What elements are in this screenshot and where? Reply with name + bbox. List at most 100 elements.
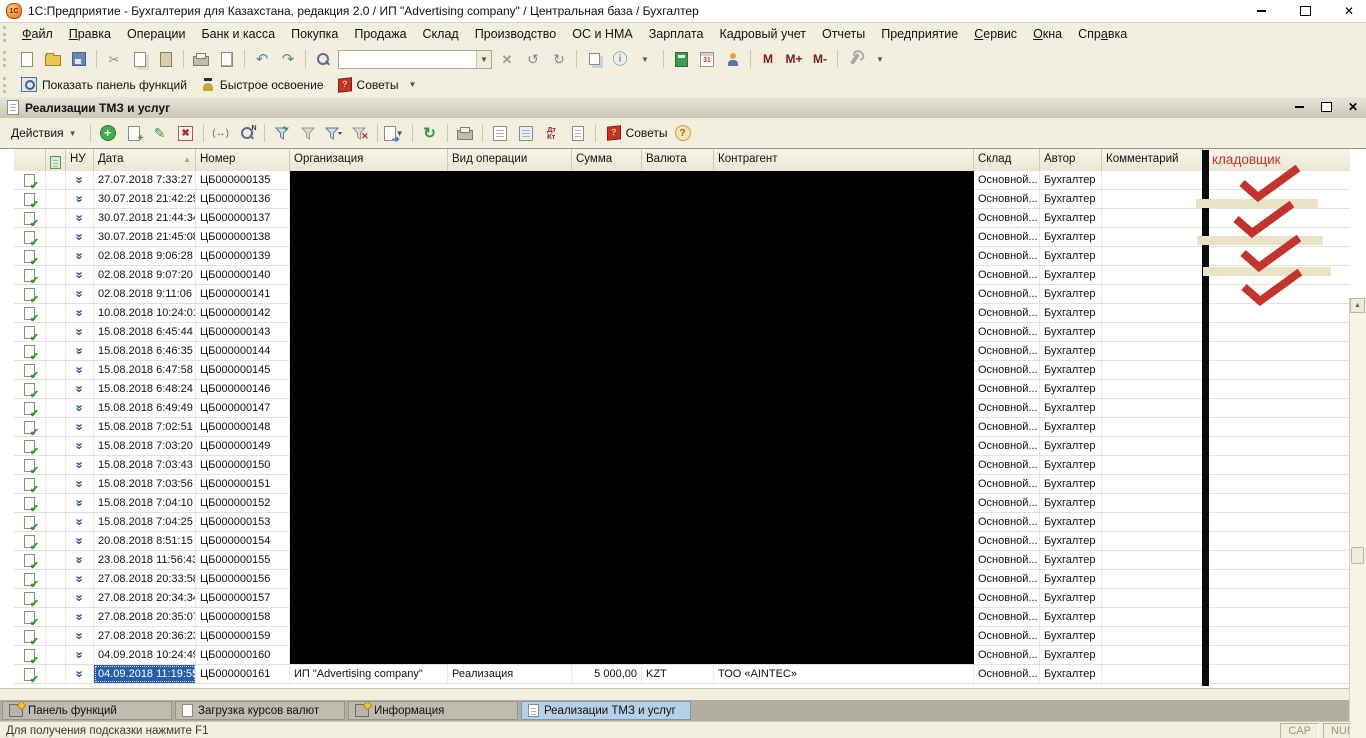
menu-item-fixed-assets[interactable]: ОС и НМА	[564, 24, 640, 44]
cell-number[interactable]: ЦБ000000144	[196, 342, 290, 360]
user-icon[interactable]	[721, 48, 745, 70]
calendar-icon[interactable]: 31	[695, 48, 719, 70]
search-combobox[interactable]: ▼	[338, 50, 492, 69]
print-preview-icon[interactable]	[215, 48, 239, 70]
add-copy-icon[interactable]: +	[122, 122, 146, 144]
find-next-icon[interactable]: ↻	[547, 48, 571, 70]
windows-icon[interactable]	[582, 48, 606, 70]
info-icon[interactable]: ⓘ	[608, 48, 632, 70]
cell-number[interactable]: ЦБ000000158	[196, 608, 290, 626]
tips-button[interactable]: Советы	[600, 124, 675, 142]
cell-date[interactable]: 02.08.2018 9:07:20	[94, 266, 196, 284]
find-icon[interactable]	[311, 48, 335, 70]
header-col-store[interactable]: Склад	[974, 149, 1040, 171]
cell-date[interactable]: 15.08.2018 6:47:58	[94, 361, 196, 379]
filter-settings-icon[interactable]	[270, 122, 294, 144]
menu-item-warehouse[interactable]: Склад	[415, 24, 467, 44]
header-col-org[interactable]: Организация	[290, 149, 448, 171]
help-icon[interactable]: ?	[675, 125, 691, 141]
tips-button[interactable]: Советы	[331, 76, 406, 94]
tab-sales-tmz[interactable]: Реализации ТМЗ и услуг	[521, 701, 691, 720]
undo-icon[interactable]: ↶	[250, 48, 274, 70]
refresh-icon[interactable]: ↻	[418, 122, 442, 144]
save-icon[interactable]	[67, 48, 91, 70]
find-prev-icon[interactable]: ↺	[521, 48, 545, 70]
cell-number[interactable]: ЦБ000000157	[196, 589, 290, 607]
cell-number[interactable]: ЦБ000000141	[196, 285, 290, 303]
cell-number[interactable]: ЦБ000000136	[196, 190, 290, 208]
cell-date[interactable]: 04.09.2018 10:24:49	[94, 646, 196, 664]
filter-menu-icon[interactable]	[322, 122, 346, 144]
cell-date[interactable]: 15.08.2018 7:02:51	[94, 418, 196, 436]
cell-date[interactable]: 27.07.2018 7:33:27	[94, 171, 196, 189]
cell-number[interactable]: ЦБ000000147	[196, 399, 290, 417]
tab-function-panel[interactable]: Панель функций	[2, 701, 172, 720]
find-number-icon[interactable]: N	[235, 122, 259, 144]
scroll-up-button[interactable]: ▲	[1350, 298, 1365, 313]
cell-number[interactable]: ЦБ000000142	[196, 304, 290, 322]
menu-item-hr[interactable]: Кадровый учет	[711, 24, 814, 44]
new-icon[interactable]	[15, 48, 39, 70]
quick-learning-button[interactable]: Быстрое освоение	[194, 76, 331, 94]
toolbar-grip[interactable]	[3, 26, 9, 42]
header-col-partner[interactable]: Контрагент	[714, 149, 974, 171]
menu-item-bank-cash[interactable]: Банк и касса	[193, 24, 283, 44]
cell-date[interactable]: 20.08.2018 8:51:15	[94, 532, 196, 550]
menu-item-reports[interactable]: Отчеты	[814, 24, 873, 44]
output-list-icon[interactable]	[514, 122, 538, 144]
cell-number[interactable]: ЦБ000000154	[196, 532, 290, 550]
mdi-minimize-button[interactable]	[1290, 100, 1308, 114]
cell-date[interactable]: 15.08.2018 7:03:43	[94, 456, 196, 474]
vertical-scrollbar[interactable]: ▲ ▼	[1349, 298, 1366, 738]
cell-date[interactable]: 15.08.2018 7:03:20	[94, 437, 196, 455]
menu-item-sale[interactable]: Продажа	[346, 24, 414, 44]
cell-date[interactable]: 30.07.2018 21:42:29	[94, 190, 196, 208]
memory-button-M-[interactable]: M-	[808, 48, 832, 70]
cell-number[interactable]: ЦБ000000160	[196, 646, 290, 664]
header-col-date[interactable]: Дата▲	[94, 149, 196, 171]
cell-number[interactable]: ЦБ000000151	[196, 475, 290, 493]
filter-icon[interactable]	[296, 122, 320, 144]
menu-item-enterprise[interactable]: Предприятие	[873, 24, 966, 44]
actions-menu-button[interactable]: Действия ▼	[4, 124, 86, 142]
cell-date[interactable]: 15.08.2018 7:03:56	[94, 475, 196, 493]
paste-icon[interactable]	[154, 48, 178, 70]
header-col-icon[interactable]	[14, 149, 46, 171]
cell-number[interactable]: ЦБ000000156	[196, 570, 290, 588]
cell-number[interactable]: ЦБ000000155	[196, 551, 290, 569]
cell-number[interactable]: ЦБ000000140	[196, 266, 290, 284]
combo-dropdown-icon[interactable]: ▼	[476, 51, 491, 68]
dropdown-arrow-icon[interactable]: ▼	[634, 48, 658, 70]
cell-date[interactable]: 15.08.2018 6:46:35	[94, 342, 196, 360]
journal-icon[interactable]	[566, 122, 590, 144]
clear-find-icon[interactable]: ✕	[495, 48, 519, 70]
cell-number[interactable]: ЦБ000000150	[196, 456, 290, 474]
restore-button[interactable]	[1296, 3, 1314, 19]
copy-icon[interactable]	[128, 48, 152, 70]
cell-number[interactable]: ЦБ000000149	[196, 437, 290, 455]
header-col-nu[interactable]: НУ	[66, 149, 94, 171]
cell-date[interactable]: 10.08.2018 10:24:01	[94, 304, 196, 322]
debit-credit-icon[interactable]: ДтКт	[540, 122, 564, 144]
cell-date[interactable]: 15.08.2018 6:45:44	[94, 323, 196, 341]
cell-number[interactable]: ЦБ000000145	[196, 361, 290, 379]
header-col-number[interactable]: Номер	[196, 149, 290, 171]
mdi-restore-button[interactable]	[1317, 100, 1335, 114]
cell-number[interactable]: ЦБ000000152	[196, 494, 290, 512]
menu-item-service[interactable]: Сервис	[966, 24, 1025, 44]
menu-item-purchase[interactable]: Покупка	[283, 24, 346, 44]
show-function-panel-button[interactable]: Показать панель функций	[14, 75, 194, 94]
cell-date[interactable]: 27.08.2018 20:35:07	[94, 608, 196, 626]
memory-button-M+[interactable]: M+	[782, 48, 806, 70]
cell-number[interactable]: ЦБ000000153	[196, 513, 290, 531]
cell-number[interactable]: ЦБ000000138	[196, 228, 290, 246]
menu-item-edit[interactable]: Правка	[61, 24, 119, 44]
print-icon[interactable]	[453, 122, 477, 144]
cell-date[interactable]: 15.08.2018 7:04:10	[94, 494, 196, 512]
redo-icon[interactable]: ↷	[276, 48, 300, 70]
scrollbar-thumb[interactable]	[1351, 547, 1364, 564]
calculator-icon[interactable]	[669, 48, 693, 70]
dropdown-arrow-icon[interactable]: ▼	[869, 48, 893, 70]
open-icon[interactable]	[41, 48, 65, 70]
table-row[interactable]: ✔»04.09.2018 11:19:55ЦБ000000161ИП "Adve…	[14, 665, 1350, 684]
